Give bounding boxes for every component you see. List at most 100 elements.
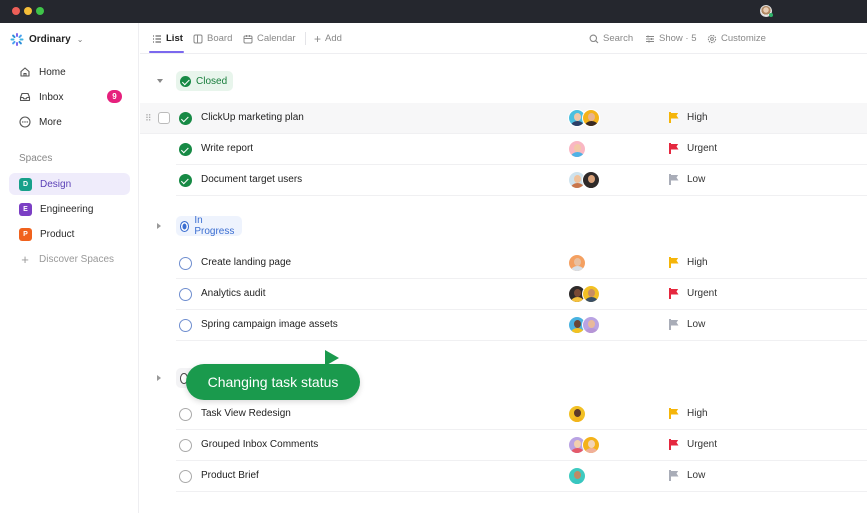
space-label: Design [40,178,72,190]
assignee-avatar[interactable] [582,109,600,127]
assignees[interactable] [568,109,600,127]
assignees[interactable] [568,467,586,485]
task-status-toggle[interactable] [179,112,192,125]
assignees[interactable] [568,436,600,454]
sidebar-space-product[interactable]: P Product [9,223,130,245]
task-name[interactable]: Spring campaign image assets [201,319,338,330]
search-button[interactable]: Search [589,23,633,54]
priority[interactable]: Urgent [669,439,717,450]
task-status-toggle[interactable] [179,439,192,452]
task-row[interactable]: Document target users Low [176,165,867,196]
task-row[interactable]: Create landing page High [176,248,867,279]
assignees[interactable] [568,171,600,189]
sidebar-item-more[interactable]: More [9,111,130,133]
task-name[interactable]: Write report [201,143,253,154]
priority[interactable]: Low [669,319,705,330]
status-icon [180,75,191,87]
assignee-avatar[interactable] [568,467,586,485]
list-icon [153,34,161,43]
task-name[interactable]: Task View Redesign [201,408,291,419]
assignees[interactable] [568,405,586,423]
task-status-toggle[interactable] [179,143,192,156]
task-name[interactable]: Analytics audit [201,288,265,299]
priority[interactable]: Urgent [669,288,717,299]
task-status-toggle[interactable] [179,408,192,421]
task-row-content: Grouped Inbox Comments Urgent [176,430,867,461]
priority[interactable]: Low [669,470,705,481]
status-group-pill[interactable]: Closed [176,71,234,91]
close-window-button[interactable] [12,7,20,15]
toolbar-divider [305,32,306,45]
task-name[interactable]: Grouped Inbox Comments [201,439,318,450]
sidebar-space-design[interactable]: D Design [9,173,130,195]
task-name[interactable]: Document target users [201,174,302,185]
tab-board[interactable]: Board [193,23,232,54]
priority[interactable]: High [669,408,708,419]
task-row[interactable]: Task View Redesign High [176,399,867,430]
sidebar-space-engineering[interactable]: E Engineering [9,198,130,220]
task-status-toggle[interactable] [179,174,192,187]
minimize-window-button[interactable] [24,7,32,15]
search-icon [589,34,599,43]
priority[interactable]: High [669,257,708,268]
task-row[interactable]: Write report Urgent [176,134,867,165]
caret-down-icon[interactable] [157,79,163,83]
tab-list[interactable]: List [152,23,183,54]
customize-button[interactable]: Customize [707,23,766,54]
plus-icon: + [314,31,322,46]
view-toolbar: List Board Calendar + Add Search Show · … [140,23,867,54]
tab-label: Calendar [257,33,296,44]
priority-label: Low [687,319,706,330]
show-button[interactable]: Show · 5 [645,23,697,54]
workspace-switcher[interactable]: Ordinary ⌄ [10,33,83,46]
sidebar-item-inbox[interactable]: Inbox 9 [9,86,130,108]
task-status-toggle[interactable] [179,288,192,301]
discover-spaces-button[interactable]: + Discover Spaces [9,248,130,270]
priority[interactable]: Urgent [669,143,717,154]
task-row[interactable]: Product Brief Low [176,461,867,492]
assignees[interactable] [568,254,586,272]
priority-label: Urgent [687,439,718,450]
assignee-avatar[interactable] [582,171,600,189]
space-avatar-icon: D [19,177,32,191]
task-status-toggle[interactable] [179,319,192,332]
assignee-avatar[interactable] [568,254,586,272]
task-name[interactable]: ClickUp marketing plan [201,112,304,123]
assignees[interactable] [568,316,600,334]
assignee-avatar[interactable] [568,405,586,423]
board-icon [193,34,203,43]
task-name[interactable]: Create landing page [201,257,291,268]
task-name[interactable]: Product Brief [201,470,259,481]
maximize-window-button[interactable] [36,7,44,15]
flag-icon [669,174,679,185]
status-change-tooltip: Changing task status [186,364,360,400]
active-tab-indicator [149,51,184,53]
task-row[interactable]: Analytics audit Urgent [176,279,867,310]
add-view-button[interactable]: + Add [314,23,342,54]
assignee-avatar[interactable] [568,140,586,158]
task-status-toggle[interactable] [179,470,192,483]
sidebar-item-label: Inbox [39,91,64,103]
flag-icon [669,408,679,419]
task-row[interactable]: Grouped Inbox Comments Urgent [176,430,867,461]
priority-label: High [687,112,708,123]
caret-right-icon[interactable] [157,374,161,381]
assignee-avatar[interactable] [582,285,600,303]
flag-icon [669,257,679,268]
drag-handle-icon[interactable]: ⠿ [145,113,152,124]
assignees[interactable] [568,285,600,303]
task-row[interactable]: Spring campaign image assets Low [176,310,867,341]
tab-calendar[interactable]: Calendar [243,23,296,54]
caret-right-icon[interactable] [157,222,161,229]
status-group-pill[interactable]: In Progress [176,215,243,237]
task-status-toggle[interactable] [179,257,192,270]
priority[interactable]: Low [669,174,705,185]
assignee-avatar[interactable] [582,436,600,454]
assignee-avatar[interactable] [582,316,600,334]
task-row[interactable]: ⠿ ClickUp marketing plan High [140,103,867,134]
user-avatar[interactable] [760,5,773,17]
priority[interactable]: High [669,112,708,123]
select-task-checkbox[interactable] [158,112,170,124]
sidebar-item-home[interactable]: Home [9,61,130,83]
assignees[interactable] [568,140,586,158]
